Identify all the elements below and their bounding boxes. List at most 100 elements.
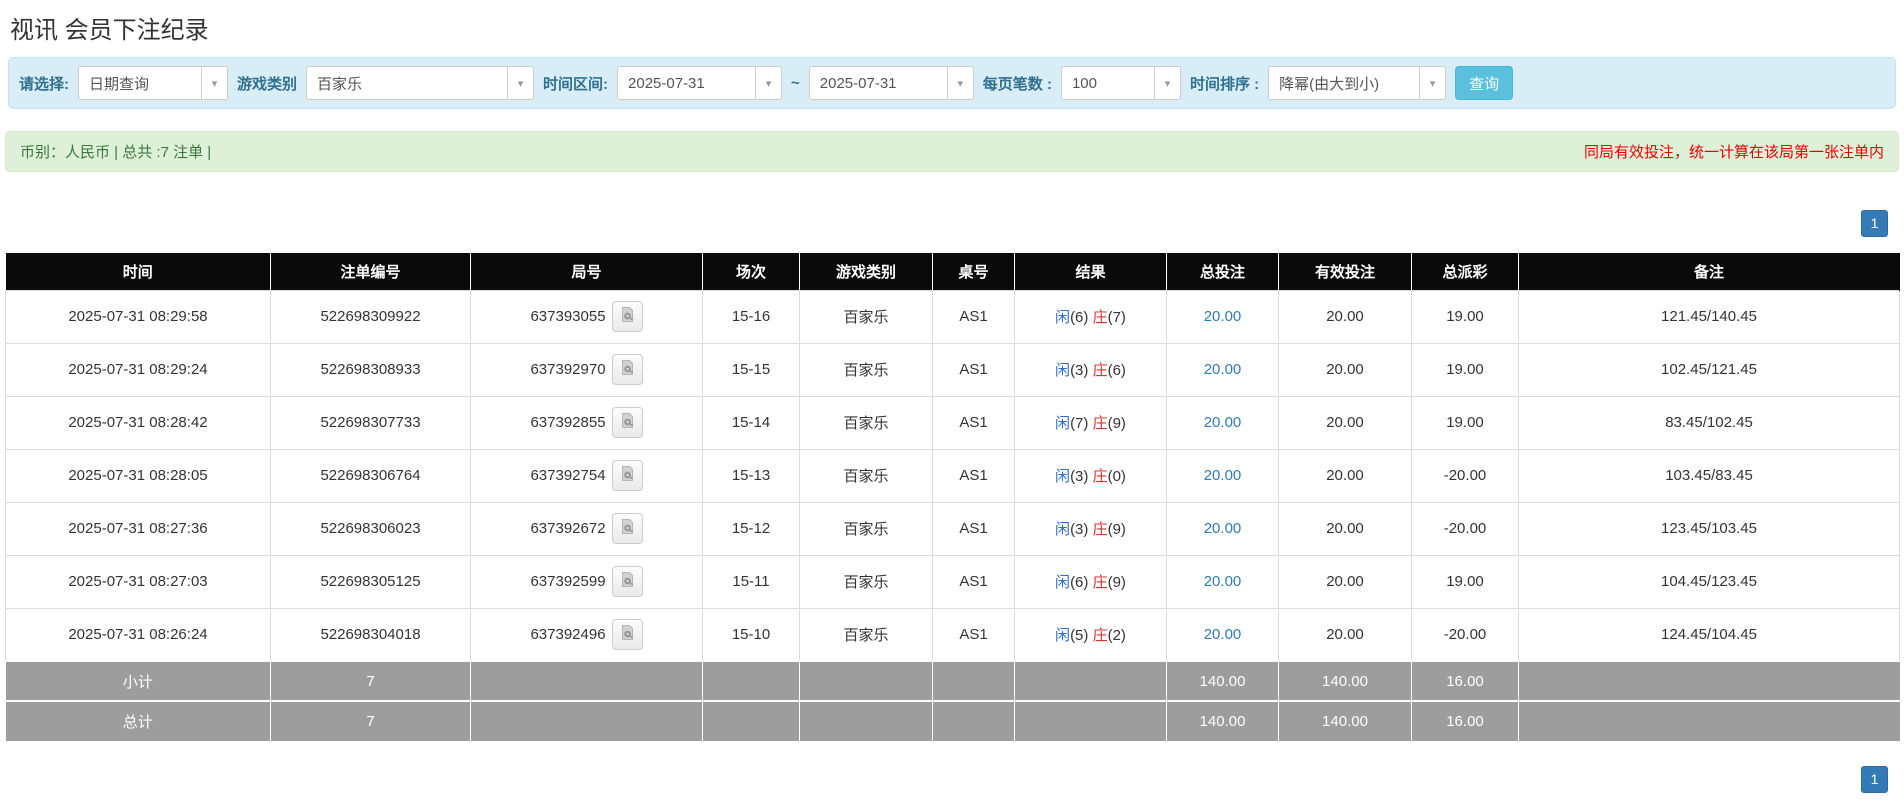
currency-total-text: 币别：人民币 | 总共 :7 注单 | <box>20 144 212 161</box>
total-bet-cell: 20.00 <box>1166 448 1279 503</box>
session-cell: 15-14 <box>702 395 800 450</box>
chevron-down-icon[interactable]: ▾ <box>507 67 533 99</box>
chevron-down-icon[interactable]: ▾ <box>1153 67 1180 99</box>
total-bet-link[interactable]: 20.00 <box>1204 520 1242 537</box>
result-cell: 闲(7) 庄(9) <box>1014 395 1167 450</box>
result-player-label: 闲 <box>1055 468 1071 485</box>
grand-total-row-total-bet: 140.00 <box>1166 700 1279 741</box>
total-bet-link[interactable]: 20.00 <box>1204 626 1242 643</box>
subtotal-row-empty <box>1014 660 1167 701</box>
video-replay-icon <box>619 359 636 380</box>
payout-cell: -20.00 <box>1411 501 1519 556</box>
date-from-select[interactable]: 2025-07-31 ▾ <box>617 66 783 100</box>
result-player-score: (7) <box>1070 415 1089 432</box>
result-player-score: (6) <box>1070 309 1089 326</box>
video-replay-button[interactable] <box>611 301 643 332</box>
result-cell: 闲(5) 庄(2) <box>1014 607 1167 662</box>
grand-total-row: 总计 7 140.00 140.00 16.00 <box>5 700 1900 741</box>
round-id-cell: 637392970 <box>470 342 703 397</box>
column-header: 结果 <box>1014 253 1167 290</box>
result-banker-score: (9) <box>1107 574 1126 591</box>
bet-id-cell: 522698308933 <box>270 342 471 397</box>
video-replay-button[interactable] <box>611 618 643 650</box>
game-type-cell: 百家乐 <box>799 554 933 609</box>
date-to-select[interactable]: 2025-07-31 ▾ <box>808 66 974 100</box>
total-bet-link[interactable]: 20.00 <box>1204 308 1242 325</box>
video-replay-icon <box>619 571 636 592</box>
date-range-label: 时间区间: <box>543 75 609 93</box>
notice-text: 同局有效投注，统一计算在该局第一张注单内 <box>1583 144 1884 161</box>
video-replay-button[interactable] <box>611 566 643 597</box>
total-bet-link[interactable]: 20.00 <box>1204 467 1242 484</box>
total-bet-link[interactable]: 20.00 <box>1204 361 1242 378</box>
result-banker-label: 庄 <box>1092 574 1108 591</box>
result-banker-score: (7) <box>1107 309 1126 326</box>
remark-cell: 83.45/102.45 <box>1518 395 1900 450</box>
result-banker-score: (0) <box>1107 468 1126 485</box>
valid-bet-cell: 20.00 <box>1278 395 1412 450</box>
result-banker-label: 庄 <box>1092 362 1108 379</box>
result-player-score: (3) <box>1070 362 1089 379</box>
search-type-select[interactable]: 日期查询 ▾ <box>78 66 228 100</box>
search-button[interactable]: 查询 <box>1455 66 1514 100</box>
page-1-button[interactable]: 1 <box>1861 210 1888 237</box>
total-bet-cell: 20.00 <box>1166 395 1279 450</box>
round-id-cell: 637393055 <box>470 289 703 344</box>
column-header: 时间 <box>5 253 271 290</box>
table-no-cell: AS1 <box>932 448 1015 503</box>
time-sort-value: 降幂(由大到小) <box>1279 75 1380 93</box>
video-replay-button[interactable] <box>611 407 643 438</box>
grand-total-row-valid-bet: 140.00 <box>1278 700 1412 741</box>
round-id: 637392855 <box>530 414 606 431</box>
total-bet-link[interactable]: 20.00 <box>1204 414 1242 431</box>
chevron-down-icon[interactable]: ▾ <box>946 67 973 99</box>
subtotal-row-total-bet: 140.00 <box>1166 660 1279 701</box>
chevron-down-icon[interactable]: ▾ <box>1419 67 1445 99</box>
result-cell: 闲(6) 庄(7) <box>1014 289 1167 344</box>
result-cell: 闲(3) 庄(6) <box>1014 342 1167 397</box>
table-no-cell: AS1 <box>932 342 1015 397</box>
column-header: 局号 <box>470 253 703 290</box>
table-row: 2025-07-31 08:29:24 522698308933 637392970… <box>5 342 1900 397</box>
page-size-select[interactable]: 100 ▾ <box>1060 66 1181 100</box>
chevron-down-icon[interactable]: ▾ <box>201 67 227 99</box>
filter-panel: 请选择: 日期查询 ▾ 游戏类别 百家乐 ▾ 时间区间: 2025-07-31 … <box>8 57 1896 109</box>
video-replay-button[interactable] <box>611 460 643 491</box>
subtotal-row-empty <box>702 660 800 701</box>
bet-id-cell: 522698306764 <box>270 448 471 503</box>
total-bet-cell: 20.00 <box>1166 607 1279 662</box>
time-cell: 2025-07-31 08:27:03 <box>5 554 271 609</box>
total-bet-link[interactable]: 20.00 <box>1204 573 1242 590</box>
payout-cell: 19.00 <box>1411 395 1519 450</box>
chevron-down-icon[interactable]: ▾ <box>755 67 781 99</box>
result-player-label: 闲 <box>1055 362 1071 379</box>
total-bet-cell: 20.00 <box>1166 342 1279 397</box>
column-header: 总投注 <box>1166 253 1279 290</box>
table-no-cell: AS1 <box>932 607 1015 662</box>
game-type-select[interactable]: 百家乐 ▾ <box>306 66 535 100</box>
result-player-score: (5) <box>1070 626 1089 644</box>
table-row: 2025-07-31 08:28:42 522698307733 637392855… <box>5 395 1900 450</box>
column-header: 总派彩 <box>1411 253 1519 290</box>
time-sort-select[interactable]: 降幂(由大到小) ▾ <box>1268 66 1447 100</box>
subtotal-row-empty <box>932 660 1015 701</box>
page-title: 视讯 会员下注纪录 <box>10 17 209 44</box>
total-bet-cell: 20.00 <box>1166 554 1279 609</box>
pagination-top: 1 <box>0 210 1904 237</box>
result-player-label: 闲 <box>1055 574 1071 591</box>
table-no-cell: AS1 <box>932 395 1015 450</box>
video-replay-button[interactable] <box>611 513 643 544</box>
video-replay-button[interactable] <box>611 354 643 385</box>
total-bet-cell: 20.00 <box>1166 289 1279 344</box>
page-1-button[interactable]: 1 <box>1861 766 1888 793</box>
video-replay-icon <box>619 465 636 486</box>
bet-records-table: 时间 注单编号 局号 场次 游戏类别 桌号 结果 总投注 有效投注 总派彩 备注 2025-07-3… <box>5 253 1900 741</box>
round-id-cell: 637392599 <box>470 554 703 609</box>
date-range-separator: ~ <box>791 74 800 92</box>
grand-total-row-empty <box>799 700 933 741</box>
time-cell: 2025-07-31 08:28:05 <box>5 448 271 503</box>
subtotal-row: 小计 7 140.00 140.00 16.00 <box>5 660 1900 701</box>
result-banker-label: 庄 <box>1092 626 1108 644</box>
result-banker-score: (9) <box>1107 415 1126 432</box>
subtotal-row-empty <box>470 660 703 701</box>
